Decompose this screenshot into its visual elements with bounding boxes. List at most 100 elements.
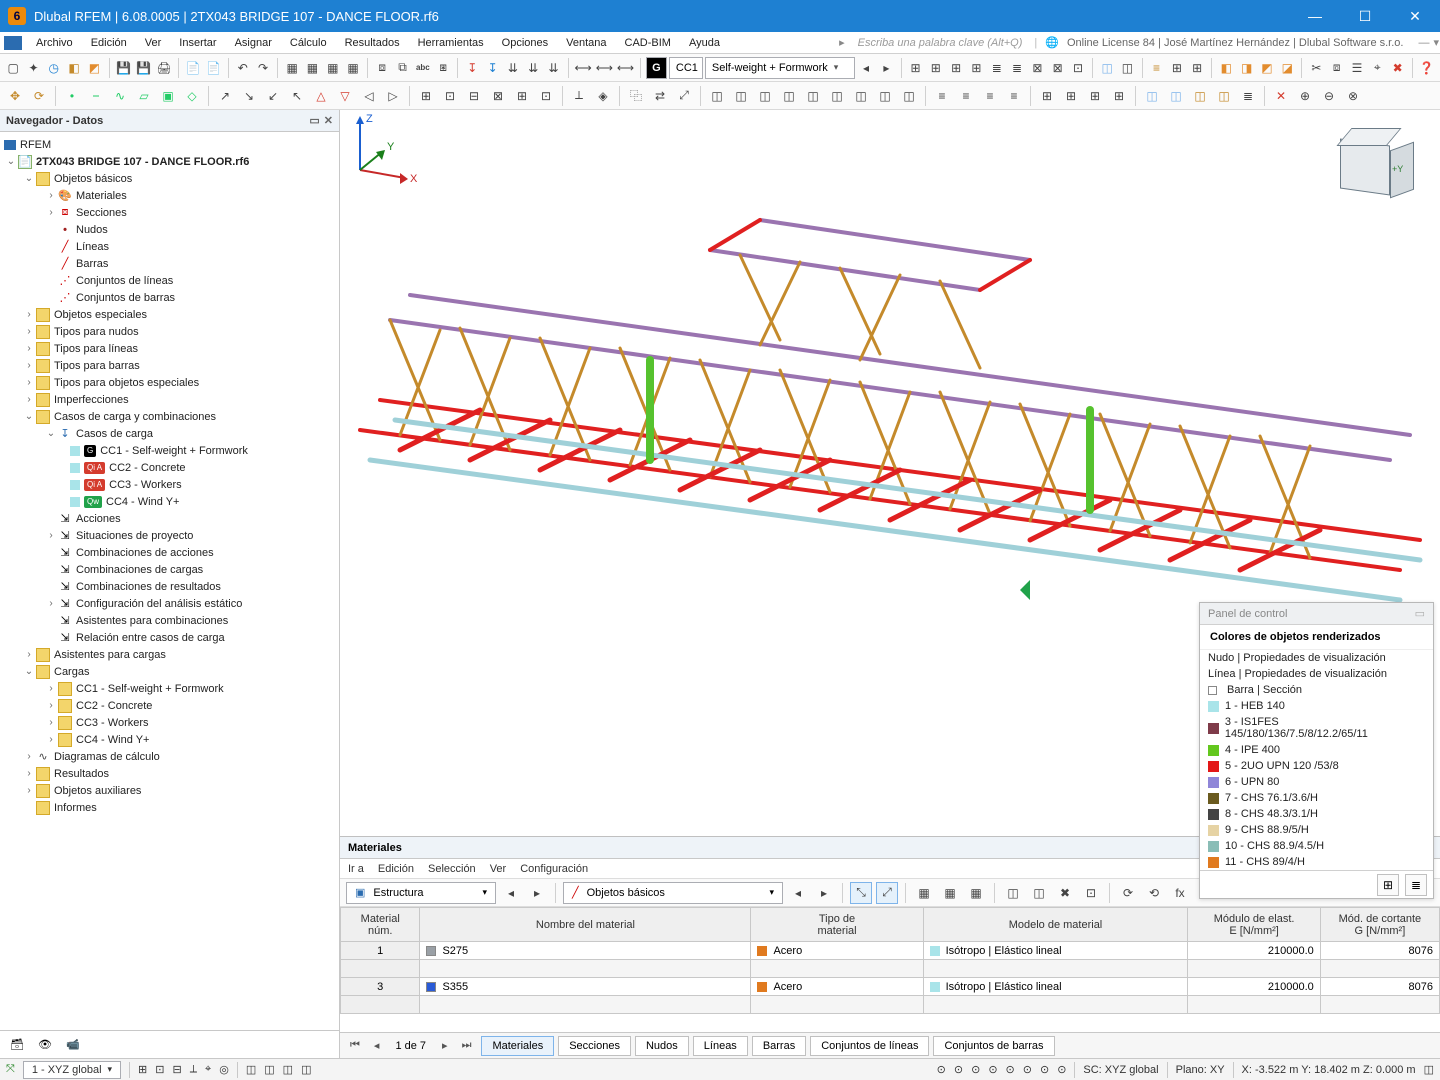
bp-tool-k-icon[interactable]: ⟲ [1143,882,1165,904]
tb-redo-icon[interactable]: ↷ [254,57,272,79]
tb-help-icon[interactable]: ❓ [1418,57,1436,79]
tb-calc1-icon[interactable]: ≡ [1147,57,1165,79]
tb-props-icon[interactable]: ◩ [85,57,103,79]
sb-icon-6[interactable]: ◎ [219,1063,229,1076]
bp-tool-b-icon[interactable]: ⤢ [876,882,898,904]
cp-footer-btn2-icon[interactable]: ≣ [1405,874,1427,896]
tb-dim3-icon[interactable]: ⟷ [616,57,635,79]
bp-menu-edicion[interactable]: Edición [378,863,414,875]
keyword-search[interactable]: Escriba una palabra clave (Alt+Q) [848,37,1033,49]
close-button[interactable]: ✕ [1390,0,1440,32]
navigator-close-icon[interactable]: ✕ [324,114,333,127]
tab-conj-lineas[interactable]: Conjuntos de líneas [810,1036,929,1056]
t2-f1-icon[interactable]: ≡ [931,85,953,107]
menu-insertar[interactable]: Insertar [171,35,224,51]
tb-tool-b-icon[interactable]: ⧈ [1328,57,1346,79]
t2-move-icon[interactable]: ✥ [4,85,26,107]
sb-snap-f-icon[interactable]: ⊙ [1023,1063,1032,1076]
lc-prev-icon[interactable]: ◂ [857,57,875,79]
minimize-button[interactable]: — [1290,0,1340,32]
tb-saveall-icon[interactable]: 💾 [135,57,153,79]
tb-calc2-icon[interactable]: ⊞ [1168,57,1186,79]
control-panel-close-icon[interactable]: ▭ [1415,607,1425,620]
tb-r3-icon[interactable]: ⊞ [947,57,965,79]
cp-group-row[interactable]: Línea | Propiedades de visualización [1200,666,1433,682]
sb-cs-icon[interactable]: ⤧ [6,1063,15,1076]
tb-render1-icon[interactable]: ◫ [1098,57,1116,79]
t2-copy-icon[interactable]: ⿻ [625,85,647,107]
menu-edicion[interactable]: Edición [83,35,135,51]
cp-group-row[interactable]: Nudo | Propiedades de visualización [1200,650,1433,666]
t2-mirror-icon[interactable]: ⇄ [649,85,671,107]
tb-num-icon[interactable]: ⧆ [434,57,452,79]
tb-load1-icon[interactable]: ↧ [463,57,481,79]
sb-snap-e-icon[interactable]: ⊙ [1006,1063,1015,1076]
tb-abc-icon[interactable]: abc [414,57,432,79]
tb-print-icon[interactable]: 🖨 [155,57,173,79]
menu-archivo[interactable]: Archivo [28,35,81,51]
sb-icon-3[interactable]: ⊟ [172,1063,181,1076]
pager-last-icon[interactable]: ⏭ [456,1037,478,1054]
t2-layer5-icon[interactable]: ≣ [1237,85,1259,107]
bp-tool-l-icon[interactable]: fx [1169,882,1191,904]
bp-tool-e-icon[interactable]: ▦ [965,882,987,904]
menu-herramientas[interactable]: Herramientas [410,35,492,51]
materials-table[interactable]: Material núm. Nombre del material Tipo d… [340,907,1440,1032]
menu-ver[interactable]: Ver [137,35,170,51]
bp-menu-ira[interactable]: Ir a [348,863,364,875]
bp-tool-d-icon[interactable]: ▦ [939,882,961,904]
navigator-tree[interactable]: RFEM ⌄📄2TX043 BRIDGE 107 - DANCE FLOOR.r… [0,132,339,1030]
t2-layer2-icon[interactable]: ◫ [1165,85,1187,107]
t2-iso-icon[interactable]: ◈ [592,85,614,107]
t2-scale-icon[interactable]: ⤢ [673,85,695,107]
legend-row[interactable]: 5 - 2UO UPN 120 /53/8 [1200,758,1433,774]
bp-combo-structure[interactable]: ▣Estructura▾ [346,882,496,904]
t2-e6-icon[interactable]: ◫ [826,85,848,107]
loadcase-code-combo[interactable]: CC1 [669,57,703,79]
sb-icon-1[interactable]: ⊞ [138,1063,147,1076]
legend-row[interactable]: 1 - HEB 140 [1200,698,1433,714]
nav-tab-view-icon[interactable]: 👁 [34,1036,56,1053]
tb-r7-icon[interactable]: ⊠ [1028,57,1046,79]
tb-r9-icon[interactable]: ⊡ [1069,57,1087,79]
t2-f4-icon[interactable]: ≡ [1003,85,1025,107]
pager-next-icon[interactable]: ▸ [436,1037,454,1054]
t2-layer1-icon[interactable]: ◫ [1141,85,1163,107]
tb-r2-icon[interactable]: ⊞ [927,57,945,79]
tb-new-icon[interactable]: ▢ [4,57,22,79]
tb-r6-icon[interactable]: ≣ [1008,57,1026,79]
sb-snap-c-icon[interactable]: ⊙ [971,1063,980,1076]
tb-report2-icon[interactable]: 📄 [204,57,222,79]
t2-m4-icon[interactable]: ↖ [286,85,308,107]
tab-materiales[interactable]: Materiales [481,1036,554,1056]
sb-icon-8[interactable]: ◫ [264,1063,274,1076]
bp-tool-h-icon[interactable]: ✖ [1054,882,1076,904]
bp-tool-c-icon[interactable]: ▦ [913,882,935,904]
tab-nudos[interactable]: Nudos [635,1036,689,1056]
tb-r1-icon[interactable]: ⊞ [906,57,924,79]
t2-curve-icon[interactable]: ∿ [109,85,131,107]
tb-r8-icon[interactable]: ⊠ [1049,57,1067,79]
t2-snap5-icon[interactable]: ⊡ [535,85,557,107]
t2-e5-icon[interactable]: ◫ [802,85,824,107]
t2-m5-icon[interactable]: △ [310,85,332,107]
tab-conj-barras[interactable]: Conjuntos de barras [933,1036,1054,1056]
tab-lineas[interactable]: Líneas [693,1036,748,1056]
tb-load5-icon[interactable]: ⇊ [544,57,562,79]
tb-render2-icon[interactable]: ◫ [1118,57,1136,79]
t2-e7-icon[interactable]: ◫ [850,85,872,107]
t2-m3-icon[interactable]: ↙ [262,85,284,107]
legend-row[interactable]: 10 - CHS 88.9/4.5/H [1200,838,1433,854]
tb-sel2-icon[interactable]: ⧉ [393,57,411,79]
t2-m2-icon[interactable]: ↘ [238,85,260,107]
pager-prev-icon[interactable]: ◂ [368,1037,386,1054]
tb-tool-a-icon[interactable]: ✂ [1307,57,1325,79]
legend-row[interactable]: 4 - IPE 400 [1200,742,1433,758]
tb-tool-e-icon[interactable]: ✖ [1388,57,1406,79]
pager-first-icon[interactable]: ⏮ [344,1037,366,1054]
sb-coord-system-combo[interactable]: 1 - XYZ global▾ [23,1061,121,1079]
cp-footer-btn1-icon[interactable]: ⊞ [1377,874,1399,896]
t2-e9-icon[interactable]: ◫ [898,85,920,107]
menu-cad-bim[interactable]: CAD-BIM [617,35,679,51]
t2-f2-icon[interactable]: ≡ [955,85,977,107]
